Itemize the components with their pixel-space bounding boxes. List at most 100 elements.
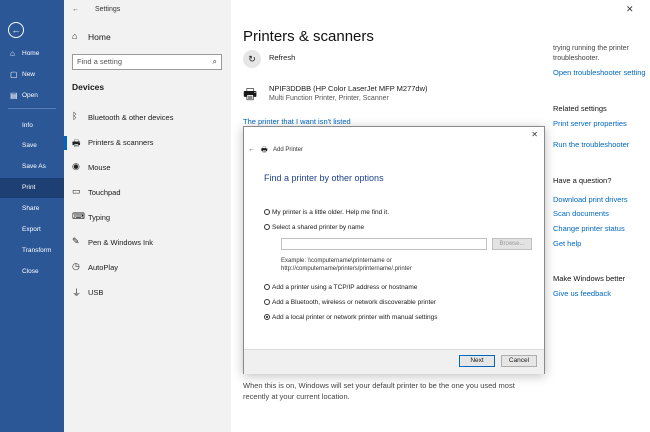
rail-item-label: Open — [22, 92, 38, 99]
rail-item-icon: ▤ — [10, 91, 18, 100]
dialog-option-2[interactable]: Select a shared printer by name — [264, 224, 364, 231]
search-input[interactable]: Find a setting ⌕ — [72, 54, 222, 70]
nav-item-typing[interactable]: ⌨ Typing — [64, 207, 231, 229]
back-arrow-icon[interactable]: ← — [8, 22, 24, 38]
radio-icon[interactable] — [264, 224, 270, 230]
pen-icon: ✎ — [72, 236, 80, 246]
rail-item-icon: ▢ — [10, 70, 18, 79]
cancel-button[interactable]: Cancel — [501, 355, 537, 367]
browse-button[interactable]: Browse... — [492, 238, 532, 250]
printer-icon: 🖶 — [243, 86, 258, 103]
download-drivers-link[interactable]: Download print drivers — [553, 195, 628, 204]
rail-item-label: Home — [22, 50, 40, 57]
rail-item-close[interactable]: Close — [0, 262, 64, 282]
nav-item-touchpad[interactable]: ▭ Touchpad — [64, 182, 231, 204]
get-help-link[interactable]: Get help — [553, 239, 581, 248]
rail-item-transform[interactable]: Transform — [0, 241, 64, 261]
settings-titlebar: ← Settings — [72, 6, 120, 13]
rail-item-print[interactable]: Print — [0, 178, 64, 198]
rail-item-new[interactable]: ▢ New — [0, 65, 64, 85]
nav-item-label: Touchpad — [88, 188, 121, 197]
right-panel: trying running the printer troubleshoote… — [553, 0, 650, 432]
question-heading: Have a question? — [553, 176, 612, 185]
nav-item-label: Typing — [88, 213, 111, 222]
nav-item-bluetooth-other-devices[interactable]: ᛒ Bluetooth & other devices — [64, 107, 231, 129]
rail-item-info[interactable]: Info — [0, 116, 64, 136]
back-arrow-icon[interactable]: ← — [72, 6, 79, 13]
rail-item-label: Info — [22, 122, 33, 129]
dialog-option-label: Add a Bluetooth, wireless or network dis… — [272, 299, 437, 306]
dialog-option-label: Add a printer using a TCP/IP address or … — [272, 284, 418, 291]
rail-item-home[interactable]: ⌂ Home — [0, 44, 64, 64]
default-printer-note: When this is on, Windows will set your d… — [243, 381, 515, 401]
dialog-option-3[interactable]: Add a printer using a TCP/IP address or … — [264, 284, 417, 291]
printer-description: Multi Function Printer, Printer, Scanner — [269, 95, 389, 102]
nav-item-pen-windows-ink[interactable]: ✎ Pen & Windows Ink — [64, 232, 231, 254]
rail-item-icon: ⌂ — [10, 49, 15, 58]
dialog-footer: Next Cancel — [244, 349, 544, 374]
rail-item-label: Transform — [22, 247, 52, 254]
dialog-option-label: My printer is a little older. Help me fi… — [272, 209, 390, 216]
dialog-option-1[interactable]: My printer is a little older. Help me fi… — [264, 209, 389, 216]
rail-item-open[interactable]: ▤ Open — [0, 86, 64, 106]
change-printer-status-link[interactable]: Change printer status — [553, 224, 625, 233]
rail-item-label: Share — [22, 205, 40, 212]
section-heading: Devices — [72, 82, 105, 92]
rail-item-label: Save As — [22, 163, 46, 170]
dialog-back-icon[interactable]: ← — [248, 146, 255, 153]
nav-home-label: Home — [88, 32, 111, 42]
make-windows-better-heading: Make Windows better — [553, 274, 626, 283]
rail-item-export[interactable]: Export — [0, 220, 64, 240]
run-troubleshooter-link[interactable]: Run the troubleshooter — [553, 140, 629, 149]
nav-item-autoplay[interactable]: ◷ AutoPlay — [64, 257, 231, 279]
autoplay-icon: ◷ — [72, 261, 80, 271]
related-settings-heading: Related settings — [553, 104, 607, 113]
dialog-option-4[interactable]: Add a Bluetooth, wireless or network dis… — [264, 299, 436, 306]
nav-item-label: Bluetooth & other devices — [88, 113, 174, 122]
give-feedback-link[interactable]: Give us feedback — [553, 289, 611, 298]
open-troubleshooter-link[interactable]: Open troubleshooter setting — [553, 68, 646, 77]
radio-icon[interactable] — [264, 209, 270, 215]
dialog-option-5[interactable]: Add a local printer or network printer w… — [264, 314, 437, 321]
dialog-close-icon[interactable]: ✕ — [531, 130, 538, 139]
printer-icon: 🖶 — [72, 138, 81, 148]
shared-printer-example: Example: \\computername\printername or h… — [281, 258, 412, 272]
selected-indicator — [64, 136, 67, 150]
dialog-title: Find a printer by other options — [264, 173, 384, 183]
keyboard-icon: ⌨ — [72, 211, 85, 221]
usb-icon: ⏚ — [72, 288, 82, 298]
nav-item-printers-scanners[interactable]: 🖶 Printers & scanners — [64, 132, 231, 154]
scan-documents-link[interactable]: Scan documents — [553, 209, 609, 218]
backstage-rail: ← ⌂ Home ▢ New ▤ Open Info Save Save As Print Shar… — [0, 0, 64, 432]
nav-item-label: Mouse — [88, 163, 111, 172]
rail-item-label: Export — [22, 226, 41, 233]
nav-item-mouse[interactable]: ◉ Mouse — [64, 157, 231, 179]
dialog-header: Add Printer — [273, 147, 304, 153]
touchpad-icon: ▭ — [72, 186, 81, 196]
nav-item-label: AutoPlay — [88, 263, 119, 272]
print-server-properties-link[interactable]: Print server properties — [553, 119, 627, 128]
rail-item-label: Save — [22, 142, 37, 149]
printer-not-listed-link[interactable]: The printer that I want isn't listed — [243, 117, 351, 126]
radio-icon[interactable] — [264, 299, 270, 305]
window-title: Settings — [94, 6, 121, 13]
nav-item-label: Printers & scanners — [88, 138, 154, 147]
radio-icon[interactable] — [264, 284, 270, 290]
nav-item-label: USB — [88, 288, 104, 297]
nav-item-label: Pen & Windows Ink — [88, 238, 154, 247]
printer-name[interactable]: NPIF3DDBB (HP Color LaserJet MFP M277dw) — [269, 84, 428, 93]
rail-item-label: Close — [22, 268, 39, 275]
nav-item-usb[interactable]: ⏚ USB — [64, 282, 231, 304]
rail-item-save[interactable]: Save — [0, 136, 64, 156]
shared-printer-input[interactable] — [281, 238, 487, 250]
radio-icon[interactable] — [264, 314, 270, 320]
rail-item-share[interactable]: Share — [0, 199, 64, 219]
search-icon[interactable]: ⌕ — [213, 55, 217, 69]
next-button[interactable]: Next — [459, 355, 495, 367]
refresh-label[interactable]: Refresh — [269, 53, 295, 62]
search-placeholder: Find a setting — [77, 57, 123, 66]
refresh-icon[interactable]: ↻ — [243, 50, 261, 68]
dialog-option-label: Select a shared printer by name — [272, 224, 365, 231]
rail-item-save-as[interactable]: Save As — [0, 157, 64, 177]
troubleshoot-text-2: troubleshooter. — [553, 55, 600, 62]
